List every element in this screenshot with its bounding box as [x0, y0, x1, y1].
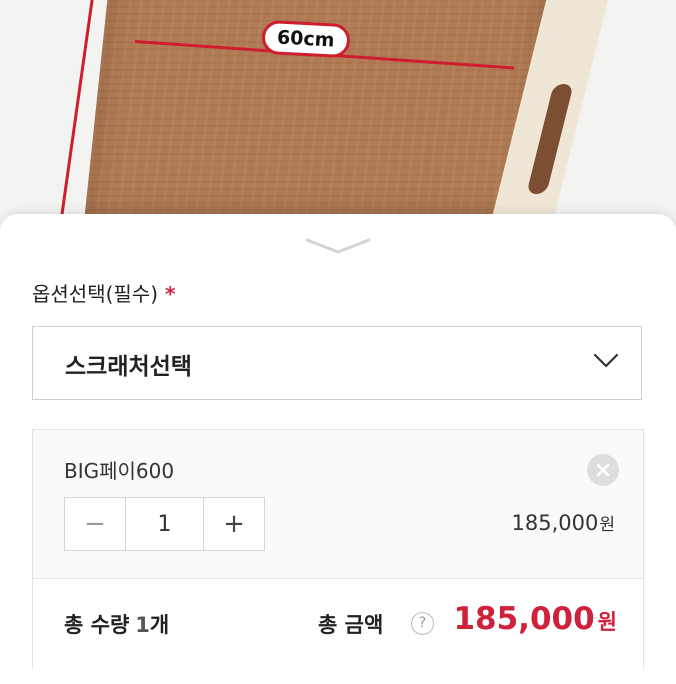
- selected-price-value: 185,000: [511, 511, 599, 535]
- dimension-label: 60cm: [261, 19, 351, 59]
- selected-option-name: BIG페이600: [64, 459, 175, 483]
- remove-option-button[interactable]: [587, 454, 619, 486]
- total-quantity-label: 총 수량: [64, 613, 130, 637]
- total-quantity: 총 수량 1개: [64, 609, 169, 639]
- quantity-stepper: − 1 +: [64, 497, 265, 551]
- required-mark: *: [165, 282, 176, 306]
- quantity-value[interactable]: 1: [125, 498, 204, 550]
- selected-option-card: BIG페이600 − 1 + 185,000원 총 수량 1개 총 금액 ? 18…: [32, 429, 644, 671]
- option-select[interactable]: 스크래처선택: [32, 326, 642, 400]
- total-quantity-unit: 개: [149, 613, 170, 637]
- total-amount-currency: 원: [597, 610, 617, 634]
- total-quantity-value: 1: [135, 613, 150, 637]
- option-bottom-sheet: 옵션선택(필수) * 스크래처선택 BIG페이600 − 1 + 185,000원…: [0, 214, 676, 684]
- chevron-down-icon: [593, 352, 619, 370]
- option-section-title: 옵션선택(필수) *: [32, 278, 175, 307]
- option-select-value: 스크래처선택: [65, 354, 192, 380]
- option-title-text: 옵션선택(필수): [32, 282, 159, 306]
- collapse-handle-icon[interactable]: [305, 236, 371, 256]
- total-summary-bar: 총 수량 1개 총 금액 ? 185,000 원: [33, 578, 643, 671]
- selected-price-currency: 원: [599, 515, 615, 535]
- quantity-increase-button[interactable]: +: [204, 498, 264, 550]
- selected-option-price: 185,000원: [512, 510, 615, 535]
- total-amount-label: 총 금액: [318, 613, 384, 637]
- help-icon[interactable]: ?: [411, 612, 434, 635]
- close-icon: [596, 463, 610, 477]
- total-amount: 185,000 원: [453, 601, 617, 637]
- product-image: 60cm: [0, 0, 676, 225]
- total-amount-value: 185,000: [453, 601, 595, 637]
- quantity-decrease-button[interactable]: −: [65, 498, 125, 550]
